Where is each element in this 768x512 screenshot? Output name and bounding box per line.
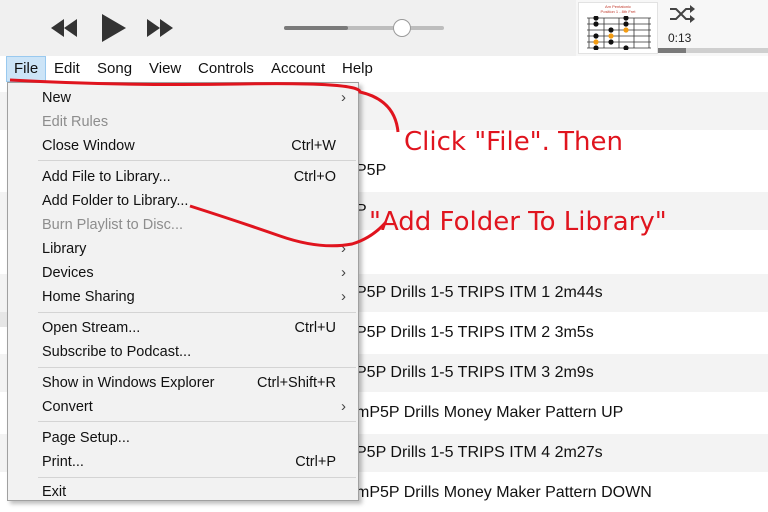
shortcut-label: Ctrl+Shift+R [257, 375, 336, 391]
menu-item-home-sharing[interactable]: Home Sharing › [8, 285, 358, 309]
elapsed-time: 0:13 [668, 31, 692, 45]
menu-song[interactable]: Song [90, 56, 139, 82]
playback-progress-bar[interactable] [658, 48, 768, 53]
menu-separator [38, 477, 356, 478]
volume-slider-fill [284, 26, 348, 30]
chevron-right-icon: › [341, 398, 346, 415]
album-art: Am Pentatonic Position 1 - 8th Fret [578, 2, 658, 54]
menu-item-convert[interactable]: Convert › [8, 395, 358, 419]
song-title: mP5P Drills Money Maker Pattern UP [356, 404, 624, 421]
file-menu-dropdown: New › Edit Rules Close Window Ctrl+W Add… [7, 82, 359, 501]
song-title: P5P [356, 162, 387, 179]
shortcut-label: Ctrl+P [295, 454, 336, 470]
shortcut-label: Ctrl+U [294, 320, 337, 336]
fretboard-diagram [587, 16, 651, 50]
volume-slider-thumb[interactable] [393, 19, 411, 37]
volume-slider[interactable] [284, 19, 444, 37]
song-title: P5P Drills 1-5 TRIPS ITM 1 2m44s [356, 284, 603, 301]
menu-item-exit[interactable]: Exit [8, 480, 358, 504]
menu-item-open-stream[interactable]: Open Stream... Ctrl+U [8, 316, 358, 340]
fast-forward-icon[interactable] [146, 18, 174, 38]
shortcut-label: Ctrl+O [293, 169, 336, 185]
chevron-right-icon: › [341, 264, 346, 281]
playback-progress-fill [658, 48, 686, 53]
menu-separator [38, 160, 356, 161]
menu-item-edit-rules: Edit Rules [42, 114, 109, 130]
menu-separator [38, 312, 356, 313]
chevron-right-icon: › [341, 89, 346, 106]
song-title: P5P Drills 1-5 TRIPS ITM 3 2m9s [356, 364, 594, 381]
song-title: P5P Drills 1-5 TRIPS ITM 4 2m27s [356, 444, 603, 461]
menu-separator [38, 367, 356, 368]
annotation-text-line2: "Add Folder To Library" [369, 207, 667, 237]
menu-item-add-file[interactable]: Add File to Library... Ctrl+O [8, 165, 358, 189]
album-art-title: Am Pentatonic Position 1 - 8th Fret [600, 4, 636, 14]
menu-separator [38, 421, 356, 422]
menu-view[interactable]: View [142, 56, 188, 82]
menu-edit[interactable]: Edit [47, 56, 87, 82]
menu-item-print[interactable]: Print... Ctrl+P [8, 450, 358, 474]
player-toolbar: Am Pentatonic Position 1 - 8th Fret 0:13 [0, 0, 768, 57]
menu-item-show-in-explorer[interactable]: Show in Windows Explorer Ctrl+Shift+R [8, 371, 358, 395]
play-icon[interactable] [101, 13, 127, 43]
menu-item-add-folder[interactable]: Add Folder to Library... [8, 189, 358, 213]
shuffle-icon[interactable] [668, 4, 696, 24]
song-title: mP5P Drills Money Maker Pattern DOWN [356, 484, 652, 501]
rewind-icon[interactable] [50, 18, 78, 38]
chevron-right-icon: › [341, 240, 346, 257]
menu-help[interactable]: Help [335, 56, 380, 82]
annotation-text-line1: Click "File". Then [404, 127, 624, 157]
menu-item-subscribe-podcast[interactable]: Subscribe to Podcast... [8, 340, 358, 364]
menu-controls[interactable]: Controls [191, 56, 261, 82]
chevron-right-icon: › [341, 288, 346, 305]
menu-item-new[interactable]: New › [8, 86, 358, 110]
menu-item-burn-playlist: Burn Playlist to Disc... [42, 217, 184, 233]
menu-account[interactable]: Account [264, 56, 332, 82]
menu-bar: File Edit Song View Controls Account Hel… [0, 56, 768, 82]
menu-file[interactable]: File [6, 56, 47, 82]
song-title: P5P Drills 1-5 TRIPS ITM 2 3m5s [356, 324, 594, 341]
menu-item-page-setup[interactable]: Page Setup... [8, 426, 358, 450]
menu-item-library[interactable]: Library › [8, 237, 358, 261]
menu-item-close-window[interactable]: Close Window Ctrl+W [8, 134, 358, 158]
menu-item-devices[interactable]: Devices › [8, 261, 358, 285]
shortcut-label: Ctrl+W [291, 138, 336, 154]
